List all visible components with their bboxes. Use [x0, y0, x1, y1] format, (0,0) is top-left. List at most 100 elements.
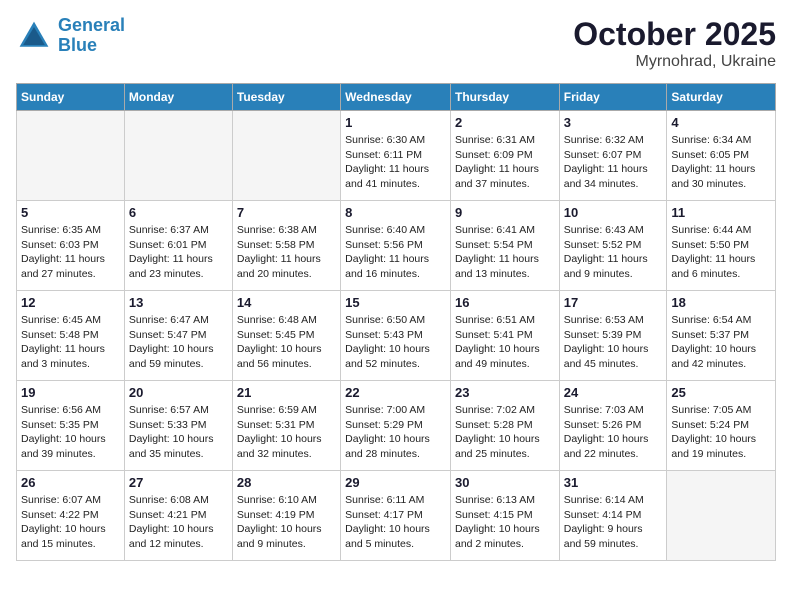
- day-number: 27: [129, 475, 228, 490]
- day-info: Sunrise: 6:08 AM Sunset: 4:21 PM Dayligh…: [129, 493, 228, 552]
- logo-text: General Blue: [58, 16, 125, 56]
- day-number: 20: [129, 385, 228, 400]
- day-info: Sunrise: 6:13 AM Sunset: 4:15 PM Dayligh…: [455, 493, 555, 552]
- weekday-header-monday: Monday: [124, 84, 232, 111]
- calendar-cell: 5Sunrise: 6:35 AM Sunset: 6:03 PM Daylig…: [17, 201, 125, 291]
- calendar-cell: 20Sunrise: 6:57 AM Sunset: 5:33 PM Dayli…: [124, 381, 232, 471]
- calendar-cell: [232, 111, 340, 201]
- day-number: 31: [564, 475, 663, 490]
- logo: General Blue: [16, 16, 125, 56]
- day-number: 10: [564, 205, 663, 220]
- day-info: Sunrise: 6:51 AM Sunset: 5:41 PM Dayligh…: [455, 313, 555, 372]
- day-info: Sunrise: 6:40 AM Sunset: 5:56 PM Dayligh…: [345, 223, 446, 282]
- calendar-week-row: 26 Sunrise: 6:07 AM Sunset: 4:22 PM Dayli…: [17, 471, 776, 561]
- day-number: 16: [455, 295, 555, 310]
- day-info: Sunrise: 6:11 AM Sunset: 4:17 PM Dayligh…: [345, 493, 446, 552]
- day-number: 17: [564, 295, 663, 310]
- day-info: Sunrise: 6:44 AM Sunset: 5:50 PM Dayligh…: [671, 223, 771, 282]
- calendar-cell: 14Sunrise: 6:48 AM Sunset: 5:45 PM Dayli…: [232, 291, 340, 381]
- day-number: 28: [237, 475, 336, 490]
- day-number: 9: [455, 205, 555, 220]
- calendar-cell: 7 Sunrise: 6:38 AM Sunset: 5:58 PM Daylig…: [232, 201, 340, 291]
- day-number: 15: [345, 295, 446, 310]
- location-subtitle: Myrnohrad, Ukraine: [573, 53, 776, 71]
- day-number: 30: [455, 475, 555, 490]
- calendar-cell: 26 Sunrise: 6:07 AM Sunset: 4:22 PM Dayli…: [17, 471, 125, 561]
- day-number: 26: [21, 475, 120, 490]
- day-number: 11: [671, 205, 771, 220]
- day-info: Sunrise: 6:43 AM Sunset: 5:52 PM Dayligh…: [564, 223, 663, 282]
- day-number: 5: [21, 205, 120, 220]
- day-number: 23: [455, 385, 555, 400]
- day-info: Sunrise: 7:02 AM Sunset: 5:28 PM Dayligh…: [455, 403, 555, 462]
- day-number: 12: [21, 295, 120, 310]
- calendar-week-row: 19Sunrise: 6:56 AM Sunset: 5:35 PM Dayli…: [17, 381, 776, 471]
- day-number: 3: [564, 115, 663, 130]
- day-info: Sunrise: 7:05 AM Sunset: 5:24 PM Dayligh…: [671, 403, 771, 462]
- day-info: Sunrise: 6:45 AM Sunset: 5:48 PM Dayligh…: [21, 313, 120, 372]
- day-number: 6: [129, 205, 228, 220]
- day-info: Sunrise: 6:32 AM Sunset: 6:07 PM Dayligh…: [564, 133, 663, 192]
- logo-line1: General: [58, 15, 125, 35]
- day-number: 29: [345, 475, 446, 490]
- day-info: Sunrise: 6:31 AM Sunset: 6:09 PM Dayligh…: [455, 133, 555, 192]
- day-info: Sunrise: 6:54 AM Sunset: 5:37 PM Dayligh…: [671, 313, 771, 372]
- logo-line2: Blue: [58, 35, 97, 55]
- day-number: 19: [21, 385, 120, 400]
- calendar-cell: 22Sunrise: 7:00 AM Sunset: 5:29 PM Dayli…: [341, 381, 451, 471]
- calendar-cell: 27 Sunrise: 6:08 AM Sunset: 4:21 PM Dayli…: [124, 471, 232, 561]
- day-info: Sunrise: 6:07 AM Sunset: 4:22 PM Dayligh…: [21, 493, 120, 552]
- day-number: 25: [671, 385, 771, 400]
- day-info: Sunrise: 6:41 AM Sunset: 5:54 PM Dayligh…: [455, 223, 555, 282]
- day-info: Sunrise: 6:38 AM Sunset: 5:58 PM Dayligh…: [237, 223, 336, 282]
- day-number: 22: [345, 385, 446, 400]
- calendar-cell: 9 Sunrise: 6:41 AM Sunset: 5:54 PM Daylig…: [450, 201, 559, 291]
- day-info: Sunrise: 6:47 AM Sunset: 5:47 PM Dayligh…: [129, 313, 228, 372]
- calendar-week-row: 5Sunrise: 6:35 AM Sunset: 6:03 PM Daylig…: [17, 201, 776, 291]
- calendar-cell: 3 Sunrise: 6:32 AM Sunset: 6:07 PM Daylig…: [559, 111, 667, 201]
- calendar-cell: 25 Sunrise: 7:05 AM Sunset: 5:24 PM Dayli…: [667, 381, 776, 471]
- weekday-header-tuesday: Tuesday: [232, 84, 340, 111]
- day-number: 2: [455, 115, 555, 130]
- calendar-cell: 30 Sunrise: 6:13 AM Sunset: 4:15 PM Dayli…: [450, 471, 559, 561]
- day-number: 18: [671, 295, 771, 310]
- day-info: Sunrise: 6:50 AM Sunset: 5:43 PM Dayligh…: [345, 313, 446, 372]
- day-number: 7: [237, 205, 336, 220]
- calendar-cell: [124, 111, 232, 201]
- calendar-cell: 21 Sunrise: 6:59 AM Sunset: 5:31 PM Dayli…: [232, 381, 340, 471]
- day-number: 4: [671, 115, 771, 130]
- day-number: 1: [345, 115, 446, 130]
- logo-icon: [16, 18, 52, 54]
- calendar-cell: 2 Sunrise: 6:31 AM Sunset: 6:09 PM Daylig…: [450, 111, 559, 201]
- weekday-header-thursday: Thursday: [450, 84, 559, 111]
- weekday-header-row: SundayMondayTuesdayWednesdayThursdayFrid…: [17, 84, 776, 111]
- calendar-cell: 24Sunrise: 7:03 AM Sunset: 5:26 PM Dayli…: [559, 381, 667, 471]
- calendar-cell: 28Sunrise: 6:10 AM Sunset: 4:19 PM Dayli…: [232, 471, 340, 561]
- day-info: Sunrise: 6:59 AM Sunset: 5:31 PM Dayligh…: [237, 403, 336, 462]
- calendar-cell: 13 Sunrise: 6:47 AM Sunset: 5:47 PM Dayli…: [124, 291, 232, 381]
- weekday-header-sunday: Sunday: [17, 84, 125, 111]
- weekday-header-saturday: Saturday: [667, 84, 776, 111]
- calendar-cell: 15 Sunrise: 6:50 AM Sunset: 5:43 PM Dayli…: [341, 291, 451, 381]
- day-info: Sunrise: 6:37 AM Sunset: 6:01 PM Dayligh…: [129, 223, 228, 282]
- weekday-header-friday: Friday: [559, 84, 667, 111]
- day-number: 21: [237, 385, 336, 400]
- day-number: 24: [564, 385, 663, 400]
- calendar-cell: 8 Sunrise: 6:40 AM Sunset: 5:56 PM Daylig…: [341, 201, 451, 291]
- calendar-cell: 11 Sunrise: 6:44 AM Sunset: 5:50 PM Dayli…: [667, 201, 776, 291]
- month-title: October 2025: [573, 16, 776, 53]
- day-info: Sunrise: 6:14 AM Sunset: 4:14 PM Dayligh…: [564, 493, 663, 552]
- day-info: Sunrise: 6:34 AM Sunset: 6:05 PM Dayligh…: [671, 133, 771, 192]
- day-number: 13: [129, 295, 228, 310]
- calendar-cell: 4 Sunrise: 6:34 AM Sunset: 6:05 PM Daylig…: [667, 111, 776, 201]
- calendar-cell: 10 Sunrise: 6:43 AM Sunset: 5:52 PM Dayli…: [559, 201, 667, 291]
- calendar-week-row: 1 Sunrise: 6:30 AM Sunset: 6:11 PM Daylig…: [17, 111, 776, 201]
- calendar-cell: 29 Sunrise: 6:11 AM Sunset: 4:17 PM Dayli…: [341, 471, 451, 561]
- calendar-table: SundayMondayTuesdayWednesdayThursdayFrid…: [16, 83, 776, 561]
- day-number: 8: [345, 205, 446, 220]
- day-info: Sunrise: 6:30 AM Sunset: 6:11 PM Dayligh…: [345, 133, 446, 192]
- day-info: Sunrise: 6:53 AM Sunset: 5:39 PM Dayligh…: [564, 313, 663, 372]
- calendar-cell: 19Sunrise: 6:56 AM Sunset: 5:35 PM Dayli…: [17, 381, 125, 471]
- calendar-cell: [667, 471, 776, 561]
- page-header: General Blue October 2025 Myrnohrad, Ukr…: [16, 16, 776, 71]
